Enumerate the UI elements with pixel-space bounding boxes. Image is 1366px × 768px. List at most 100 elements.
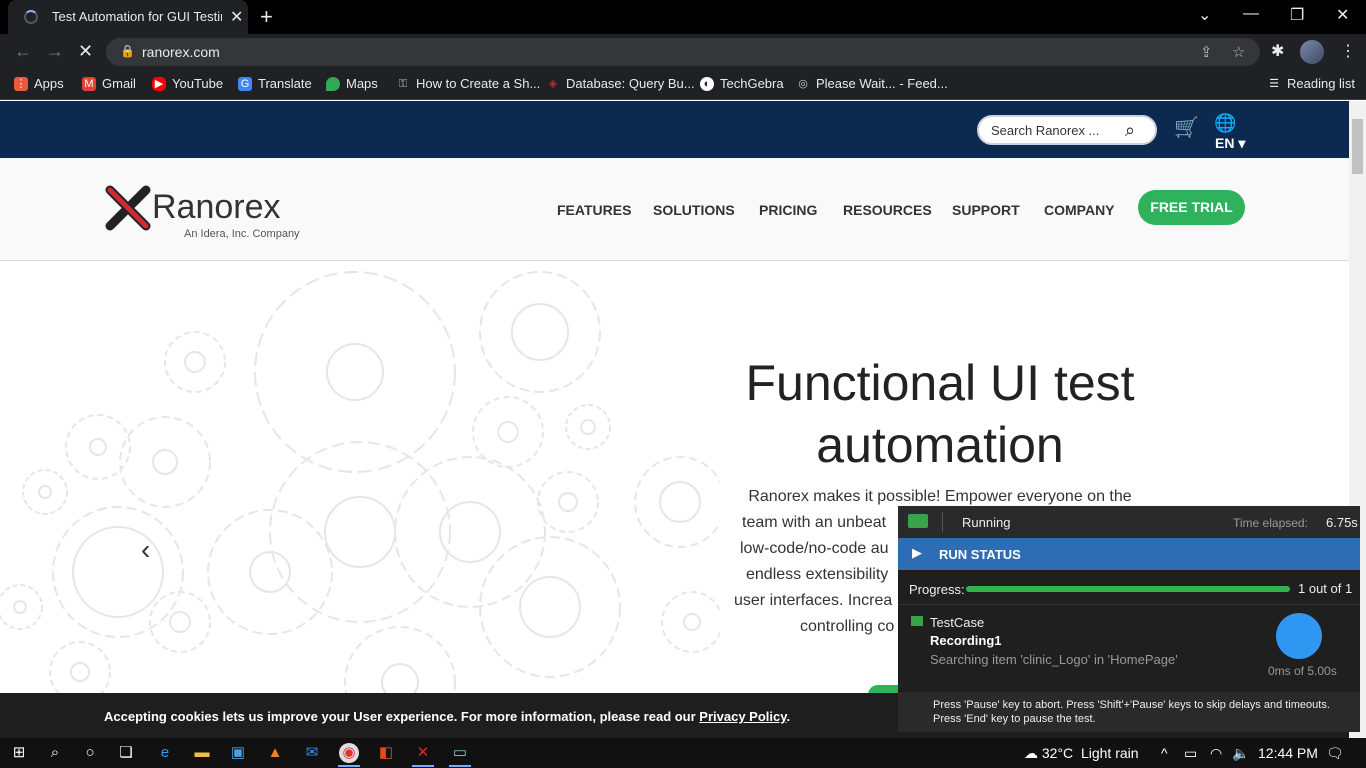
cart-icon[interactable]: 🛒 — [1174, 115, 1199, 140]
hero-title-line: Functional UI test — [745, 355, 1135, 411]
globe-icon[interactable]: 🌐 — [1214, 113, 1236, 134]
database-icon: ◈ — [548, 77, 558, 90]
office-icon[interactable]: ◧ — [376, 743, 396, 763]
run-state: Running — [962, 515, 1011, 530]
cortana-icon[interactable]: ○ — [80, 743, 100, 763]
tab-search-chevron-icon[interactable]: ⌄ — [1198, 5, 1211, 25]
restore-icon[interactable]: ❐ — [1290, 5, 1304, 25]
stop-loading-icon[interactable]: ✕ — [78, 41, 93, 62]
reading-list-icon: ☰ — [1269, 77, 1279, 90]
back-icon[interactable]: ← — [14, 41, 32, 62]
address-toolbar: ← → ✕ 🔒 ranorex.com ⇪ ☆ ✱ ⋮ — [0, 34, 1366, 70]
tray-chevron-icon[interactable]: ^ — [1161, 745, 1168, 761]
vlc-icon[interactable]: ▲ — [265, 743, 285, 763]
bookmark-label: Please Wait... - Feed... — [816, 76, 948, 91]
run-status-section[interactable]: ▶ RUN STATUS — [898, 538, 1360, 570]
share-icon[interactable]: ⇪ — [1200, 43, 1213, 61]
extensions-icon[interactable]: ✱ — [1271, 41, 1284, 61]
bookmark-how-to-create[interactable]: ⚿ How to Create a Sh... — [396, 76, 540, 91]
site-search-input[interactable]: Search Ranorex ... ⌕ — [977, 115, 1157, 145]
logo-wordmark: Ranorex — [152, 188, 281, 226]
file-explorer-icon[interactable]: ▬ — [192, 743, 212, 763]
notifications-icon[interactable]: 🗨 — [1326, 745, 1344, 762]
translate-icon: G — [238, 76, 252, 91]
testcase-icon — [911, 616, 923, 626]
active-app-indicator — [338, 765, 360, 767]
search-placeholder: Search Ranorex ... — [991, 123, 1100, 138]
key-hint-line: Press 'End' key to pause the test. — [933, 713, 1096, 725]
nav-company[interactable]: COMPANY — [1044, 202, 1115, 218]
bookmark-apps[interactable]: ⋮ Apps — [14, 76, 64, 91]
nav-support[interactable]: SUPPORT — [952, 202, 1020, 218]
search-icon[interactable]: ⌕ — [45, 743, 65, 763]
nav-resources[interactable]: RESOURCES — [843, 202, 932, 218]
clock[interactable]: 12:44 PM — [1258, 745, 1318, 761]
free-trial-button[interactable]: FREE TRIAL — [1138, 190, 1245, 225]
weather-widget[interactable]: ☁ 32°C Light rain — [1024, 745, 1139, 762]
minimize-icon[interactable]: — — [1243, 5, 1259, 23]
bookmark-translate[interactable]: G Translate — [238, 76, 312, 91]
run-status-label: RUN STATUS — [939, 547, 1021, 562]
ranorex-icon[interactable]: ✕ — [413, 743, 433, 763]
nav-pricing[interactable]: PRICING — [759, 202, 817, 218]
ranorex-x-icon — [105, 185, 151, 231]
search-status: Searching item 'clinic_Logo' in 'HomePag… — [930, 652, 1178, 667]
bookmark-techgebra[interactable]: ◐ TechGebra — [700, 76, 784, 91]
bookmark-database-query[interactable]: ◈ Database: Query Bu... — [546, 76, 695, 91]
bookmark-please-wait[interactable]: ◎ Please Wait... - Feed... — [796, 76, 948, 91]
language-selector[interactable]: EN ▾ — [1215, 135, 1245, 152]
language-label: EN — [1215, 135, 1235, 151]
windows-start-icon[interactable]: ⊞ — [9, 743, 29, 763]
profile-avatar[interactable] — [1300, 40, 1324, 64]
utility-header: Search Ranorex ... ⌕ 🛒 🌐 EN ▾ — [0, 101, 1349, 158]
ranorex-logo[interactable]: Ranorex An Idera, Inc. Company — [104, 180, 314, 240]
address-bar[interactable]: 🔒 ranorex.com ⇪ ☆ — [106, 38, 1260, 66]
bookmark-star-icon[interactable]: ☆ — [1232, 43, 1245, 61]
close-tab-icon[interactable]: ✕ — [230, 7, 243, 27]
bookmark-maps[interactable]: Maps — [326, 76, 378, 91]
gears-illustration — [0, 271, 720, 738]
bookmark-gmail[interactable]: M Gmail — [82, 76, 136, 91]
run-status-header: Running Time elapsed: 6.75s — [898, 506, 1360, 538]
reading-list[interactable]: ☰ Reading list — [1267, 76, 1355, 91]
store-icon[interactable]: ▣ — [228, 743, 248, 763]
bookmark-label: How to Create a Sh... — [416, 76, 541, 91]
active-tab[interactable]: Test Automation for GUI Testing ✕ — [8, 0, 248, 34]
task-view-icon[interactable]: ❏ — [116, 743, 136, 763]
youtube-icon: ▶ — [152, 76, 166, 91]
hero-title: Functional UI test automation — [700, 352, 1180, 476]
close-window-icon[interactable]: ✕ — [1336, 5, 1349, 25]
carousel-prev-icon[interactable]: ‹ — [141, 534, 150, 566]
new-tab-icon[interactable]: + — [260, 4, 273, 30]
bookmark-label: TechGebra — [720, 76, 784, 91]
battery-icon[interactable]: ▭ — [1184, 745, 1197, 762]
forward-icon[interactable]: → — [46, 41, 64, 62]
apps-grid-icon: ⋮ — [14, 76, 28, 91]
bookmark-label: Translate — [258, 76, 312, 91]
app-window-icon[interactable]: ▭ — [450, 743, 470, 763]
edge-icon[interactable]: e — [155, 743, 175, 763]
key-hints: Press 'Pause' key to abort. Press 'Shift… — [898, 692, 1360, 732]
mail-icon[interactable]: ✉ — [302, 743, 322, 763]
bookmark-youtube[interactable]: ▶ YouTube — [152, 76, 223, 91]
nav-solutions[interactable]: SOLUTIONS — [653, 202, 735, 218]
chrome-icon[interactable]: ◉ — [339, 743, 359, 763]
bookmark-label: Database: Query Bu... — [566, 76, 695, 91]
lock-icon[interactable]: 🔒 — [120, 44, 135, 58]
scrollbar-thumb[interactable] — [1352, 119, 1363, 174]
url-text: ranorex.com — [142, 44, 220, 60]
nav-features[interactable]: FEATURES — [557, 202, 631, 218]
wifi-icon[interactable]: ◠ — [1210, 745, 1222, 762]
search-progress-indicator — [1276, 613, 1322, 659]
active-app-indicator — [449, 765, 471, 767]
testcase-name: TestCase — [930, 615, 985, 630]
active-app-indicator — [412, 765, 434, 767]
menu-kebab-icon[interactable]: ⋮ — [1340, 41, 1356, 61]
progress-label: Progress: — [909, 582, 965, 597]
search-icon[interactable]: ⌕ — [1125, 120, 1135, 141]
privacy-policy-link[interactable]: Privacy Policy — [699, 709, 786, 724]
volume-icon[interactable]: 🔈 — [1232, 745, 1249, 762]
maps-icon — [326, 76, 340, 91]
feed-icon: ◎ — [798, 77, 808, 90]
browser-tab-strip: Test Automation for GUI Testing ✕ + ⌄ — … — [0, 0, 1366, 34]
